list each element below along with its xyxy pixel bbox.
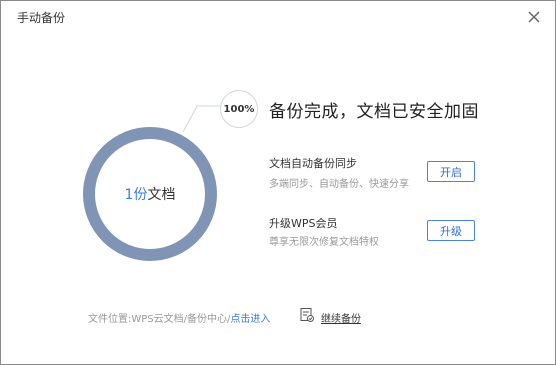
status-headline: 备份完成，文档已安全加固 [269,102,479,122]
file-location-text: 文件位置:WPS云文档/备份中心/ [88,314,231,325]
open-location-link[interactable]: 点击进入 [230,314,270,325]
upgrade-button[interactable]: 升级 [427,220,475,241]
progress-ring-label: 1份 文档 [79,123,221,265]
backup-icon[interactable] [299,307,315,323]
dialog-title: 手动备份 [17,11,66,25]
backup-unit: 文档 [147,187,176,203]
feature-title-upgrade: 升级WPS会员 [269,217,338,230]
progress-ring: 1份 文档 [79,123,221,265]
file-location: 文件位置:WPS云文档/备份中心/点击进入 [88,310,270,325]
feature-desc-upgrade: 尊享无限次修复文档特权 [269,237,379,248]
feature-title-sync: 文档自动备份同步 [269,157,357,170]
feature-desc-sync: 多端同步、自动备份、快速分享 [269,179,409,190]
backup-dialog: 手动备份 1份 文档 100% 备份完成，文档已安全加固 文档自动备份同步 多端同… [0,0,556,365]
close-icon[interactable] [524,7,544,27]
enable-sync-button[interactable]: 开启 [427,161,475,182]
percent-badge: 100% [220,90,258,128]
continue-backup-link[interactable]: 继续备份 [321,310,361,325]
backup-count: 1份 [124,187,148,203]
